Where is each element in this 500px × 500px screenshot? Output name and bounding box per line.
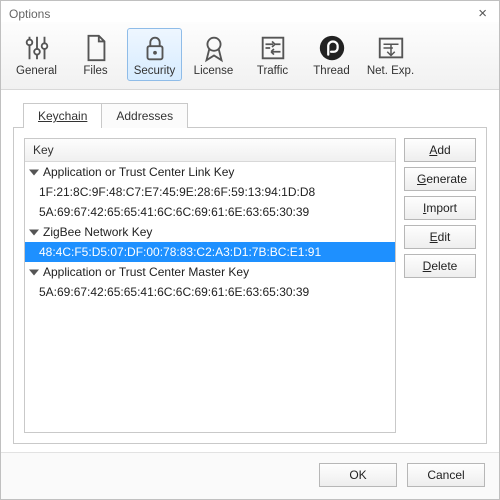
edit-button[interactable]: Edit <box>404 225 476 249</box>
key-item-row[interactable]: 5A:69:67:42:65:65:41:6C:6C:69:61:6E:63:6… <box>25 282 395 302</box>
key-list[interactable]: Key Application or Trust Center Link Key… <box>24 138 396 433</box>
cancel-button[interactable]: Cancel <box>407 463 485 487</box>
toolbar-thread[interactable]: Thread <box>304 28 359 81</box>
tab-panel-keychain: Key Application or Trust Center Link Key… <box>13 127 487 444</box>
toolbar-label: General <box>16 65 57 77</box>
sliders-icon <box>22 33 52 63</box>
tab-addresses[interactable]: Addresses <box>101 103 188 128</box>
titlebar: Options × <box>1 1 499 22</box>
group-label: ZigBee Network Key <box>43 225 152 239</box>
expand-icon <box>29 170 39 176</box>
column-header-key[interactable]: Key <box>25 139 395 162</box>
group-label: Application or Trust Center Master Key <box>43 265 249 279</box>
toolbar-traffic[interactable]: Traffic <box>245 28 300 81</box>
toolbar-label: Net. Exp. <box>367 65 414 77</box>
delete-button[interactable]: Delete <box>404 254 476 278</box>
award-icon <box>199 33 229 63</box>
toolbar-label: Files <box>83 65 107 77</box>
options-dialog: Options × General Files Security License… <box>0 0 500 500</box>
key-actions: Add Generate Import Edit Delete <box>404 138 476 433</box>
tabstrip: Keychain Addresses <box>13 102 487 127</box>
ok-button[interactable]: OK <box>319 463 397 487</box>
dialog-footer: OK Cancel <box>1 452 499 499</box>
toolbar-general[interactable]: General <box>9 28 64 81</box>
toolbar-license[interactable]: License <box>186 28 241 81</box>
toolbar-label: Security <box>134 65 176 77</box>
network-icon <box>376 33 406 63</box>
category-toolbar: General Files Security License Traffic T… <box>1 22 499 90</box>
file-icon <box>81 33 111 63</box>
toolbar-files[interactable]: Files <box>68 28 123 81</box>
content-area: Keychain Addresses Key Application or Tr… <box>1 90 499 452</box>
toolbar-label: Traffic <box>257 65 288 77</box>
key-group-row[interactable]: Application or Trust Center Link Key <box>25 162 395 182</box>
generate-button[interactable]: Generate <box>404 167 476 191</box>
key-group-row[interactable]: Application or Trust Center Master Key <box>25 262 395 282</box>
key-item-row[interactable]: 1F:21:8C:9F:48:C7:E7:45:9E:28:6F:59:13:9… <box>25 182 395 202</box>
toolbar-netexp[interactable]: Net. Exp. <box>363 28 418 81</box>
toolbar-label: Thread <box>313 65 349 77</box>
tab-label: Addresses <box>116 109 173 123</box>
add-button[interactable]: Add <box>404 138 476 162</box>
import-button[interactable]: Import <box>404 196 476 220</box>
toolbar-label: License <box>194 65 234 77</box>
thread-icon <box>317 33 347 63</box>
close-icon[interactable]: × <box>474 5 491 22</box>
expand-icon <box>29 270 39 276</box>
key-item-row[interactable]: 5A:69:67:42:65:65:41:6C:6C:69:61:6E:63:6… <box>25 202 395 222</box>
window-title: Options <box>9 7 50 21</box>
key-group-row[interactable]: ZigBee Network Key <box>25 222 395 242</box>
traffic-icon <box>258 33 288 63</box>
lock-icon <box>140 33 170 63</box>
key-rows: Application or Trust Center Link Key 1F:2… <box>25 162 395 432</box>
expand-icon <box>29 230 39 236</box>
tab-label: Keychain <box>38 109 87 123</box>
key-item-row[interactable]: 48:4C:F5:D5:07:DF:00:78:83:C2:A3:D1:7B:B… <box>25 242 395 262</box>
toolbar-security[interactable]: Security <box>127 28 182 81</box>
group-label: Application or Trust Center Link Key <box>43 165 234 179</box>
tab-keychain[interactable]: Keychain <box>23 103 102 128</box>
